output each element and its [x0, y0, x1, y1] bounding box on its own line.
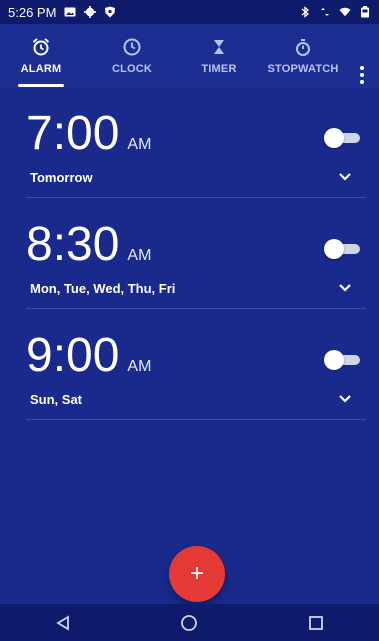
status-right	[299, 6, 371, 18]
tab-bar: ALARM CLOCK TIMER STOPWATCH	[0, 24, 379, 88]
tab-stopwatch-label: STOPWATCH	[267, 63, 339, 75]
tab-timer-label: TIMER	[201, 63, 237, 75]
clock-app-screen: 5:26 PM ALARM CLOCK TIMER STOPWATCH 7:00…	[0, 0, 379, 641]
alarm-toggle[interactable]	[324, 350, 360, 370]
chevron-down-icon[interactable]	[336, 390, 354, 408]
wifi-icon	[339, 6, 351, 18]
data-arrows-icon	[319, 6, 331, 18]
toggle-thumb	[324, 128, 344, 148]
alarm-item[interactable]: 7:00 AM Tomorrow	[0, 100, 379, 210]
stopwatch-icon	[293, 37, 313, 57]
chevron-down-icon[interactable]	[336, 168, 354, 186]
home-icon[interactable]	[175, 609, 203, 637]
alarm-toggle[interactable]	[324, 128, 360, 148]
status-left: 5:26 PM	[8, 5, 116, 20]
alarm-time[interactable]: 7:00 AM	[26, 110, 151, 158]
alarm-days: Tomorrow	[30, 170, 93, 185]
alarm-time-value: 7:00	[26, 107, 120, 160]
alarm-time[interactable]: 8:30 AM	[26, 221, 151, 269]
alarm-item[interactable]: 8:30 AM Mon, Tue, Wed, Thu, Fri	[0, 211, 379, 321]
alarm-ampm: AM	[127, 247, 152, 264]
alarm-time[interactable]: 9:00 AM	[26, 332, 151, 380]
gear-icon	[84, 6, 97, 18]
add-alarm-button[interactable]: +	[169, 546, 225, 602]
alarm-divider	[26, 308, 366, 309]
alarm-days: Mon, Tue, Wed, Thu, Fri	[30, 281, 176, 296]
alarm-divider	[26, 419, 366, 420]
more-options-icon[interactable]	[355, 66, 369, 84]
battery-icon	[359, 6, 371, 18]
hourglass-icon	[209, 37, 229, 57]
chevron-down-icon[interactable]	[336, 279, 354, 297]
tab-stopwatch[interactable]: STOPWATCH	[262, 24, 344, 88]
alarm-days: Sun, Sat	[30, 392, 83, 407]
alarm-ampm: AM	[127, 136, 152, 153]
tab-alarm[interactable]: ALARM	[18, 24, 64, 88]
tab-clock-label: CLOCK	[111, 63, 153, 75]
recents-icon[interactable]	[302, 609, 330, 637]
status-bar: 5:26 PM	[0, 0, 379, 24]
alarm-clock-icon	[31, 37, 51, 57]
shield-icon	[104, 6, 116, 18]
active-tab-indicator	[18, 84, 64, 87]
alarm-ampm: AM	[127, 358, 152, 375]
status-time: 5:26 PM	[8, 4, 57, 20]
toggle-thumb	[324, 239, 344, 259]
toggle-thumb	[324, 350, 344, 370]
tab-clock[interactable]: CLOCK	[109, 24, 155, 88]
navigation-bar	[0, 604, 379, 641]
alarm-toggle[interactable]	[324, 239, 360, 259]
clock-icon	[122, 37, 142, 57]
photo-icon	[64, 6, 76, 18]
alarm-time-value: 8:30	[26, 218, 120, 271]
alarm-divider	[26, 197, 366, 198]
bluetooth-icon	[299, 6, 311, 18]
back-icon[interactable]	[49, 609, 77, 637]
alarm-time-value: 9:00	[26, 329, 120, 382]
tab-timer[interactable]: TIMER	[196, 24, 242, 88]
tab-alarm-label: ALARM	[20, 63, 62, 75]
alarm-item[interactable]: 9:00 AM Sun, Sat	[0, 322, 379, 432]
plus-icon: +	[189, 560, 204, 587]
